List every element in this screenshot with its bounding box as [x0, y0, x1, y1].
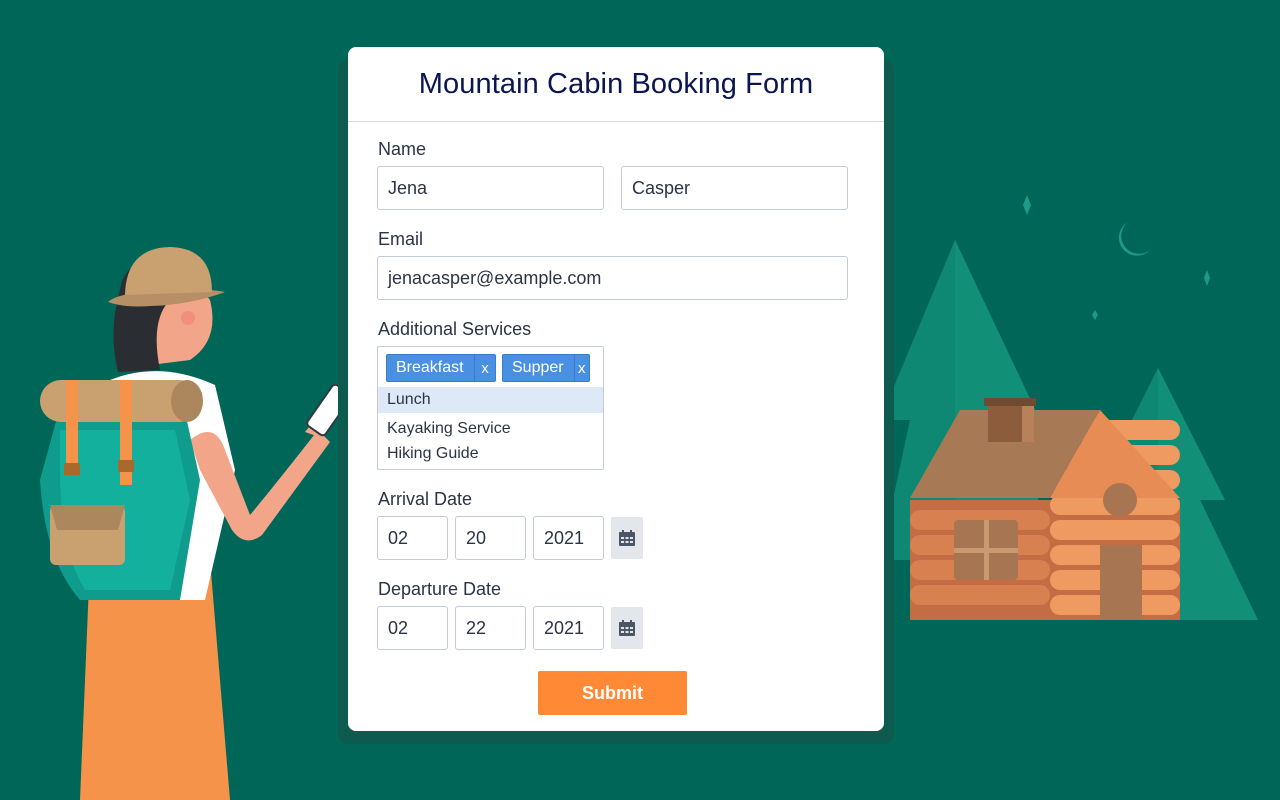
departure-year-field[interactable]: 2021 [533, 606, 604, 650]
arrival-year-field[interactable]: 2021 [533, 516, 604, 560]
submit-button[interactable]: Submit [538, 671, 687, 715]
arrival-date-label: Arrival Date [378, 489, 473, 509]
log-cabin [910, 398, 1180, 620]
booking-form: Mountain Cabin Booking Form Name Jena Ca… [348, 47, 884, 731]
close-icon[interactable]: x [573, 355, 589, 381]
departure-calendar-button[interactable] [611, 607, 643, 649]
close-icon[interactable]: x [474, 355, 495, 381]
form-header: Mountain Cabin Booking Form [348, 47, 884, 122]
service-tag-breakfast: Breakfast x [386, 354, 496, 382]
service-option-hiking[interactable]: Hiking Guide [378, 441, 603, 467]
email-field[interactable]: jenacasper@example.com [377, 256, 848, 300]
calendar-icon [619, 620, 635, 636]
first-name-field[interactable]: Jena [377, 166, 604, 210]
calendar-icon [619, 530, 635, 546]
service-tag-supper: Supper x [502, 354, 590, 382]
services-multiselect[interactable]: Breakfast x Supper x Lunch Kayaking Serv… [377, 346, 604, 470]
night-sky-decoration [1023, 195, 1210, 320]
email-label: Email [378, 229, 424, 249]
services-label: Additional Services [378, 319, 532, 339]
moon-icon [1118, 222, 1150, 256]
name-label: Name [378, 139, 427, 159]
arrival-month-field[interactable]: 02 [377, 516, 448, 560]
arrival-calendar-button[interactable] [611, 517, 643, 559]
departure-date-label: Departure Date [378, 579, 502, 599]
departure-day-field[interactable]: 22 [455, 606, 526, 650]
last-name-field[interactable]: Casper [621, 166, 848, 210]
service-tag-label: Breakfast [396, 359, 464, 376]
form-title: Mountain Cabin Booking Form [418, 67, 814, 100]
hiker-illustration [40, 247, 355, 800]
departure-month-field[interactable]: 02 [377, 606, 448, 650]
service-option-kayaking[interactable]: Kayaking Service [378, 416, 603, 442]
service-tag-label: Supper [512, 359, 564, 376]
arrival-day-field[interactable]: 20 [455, 516, 526, 560]
service-option-lunch[interactable]: Lunch [378, 387, 603, 413]
